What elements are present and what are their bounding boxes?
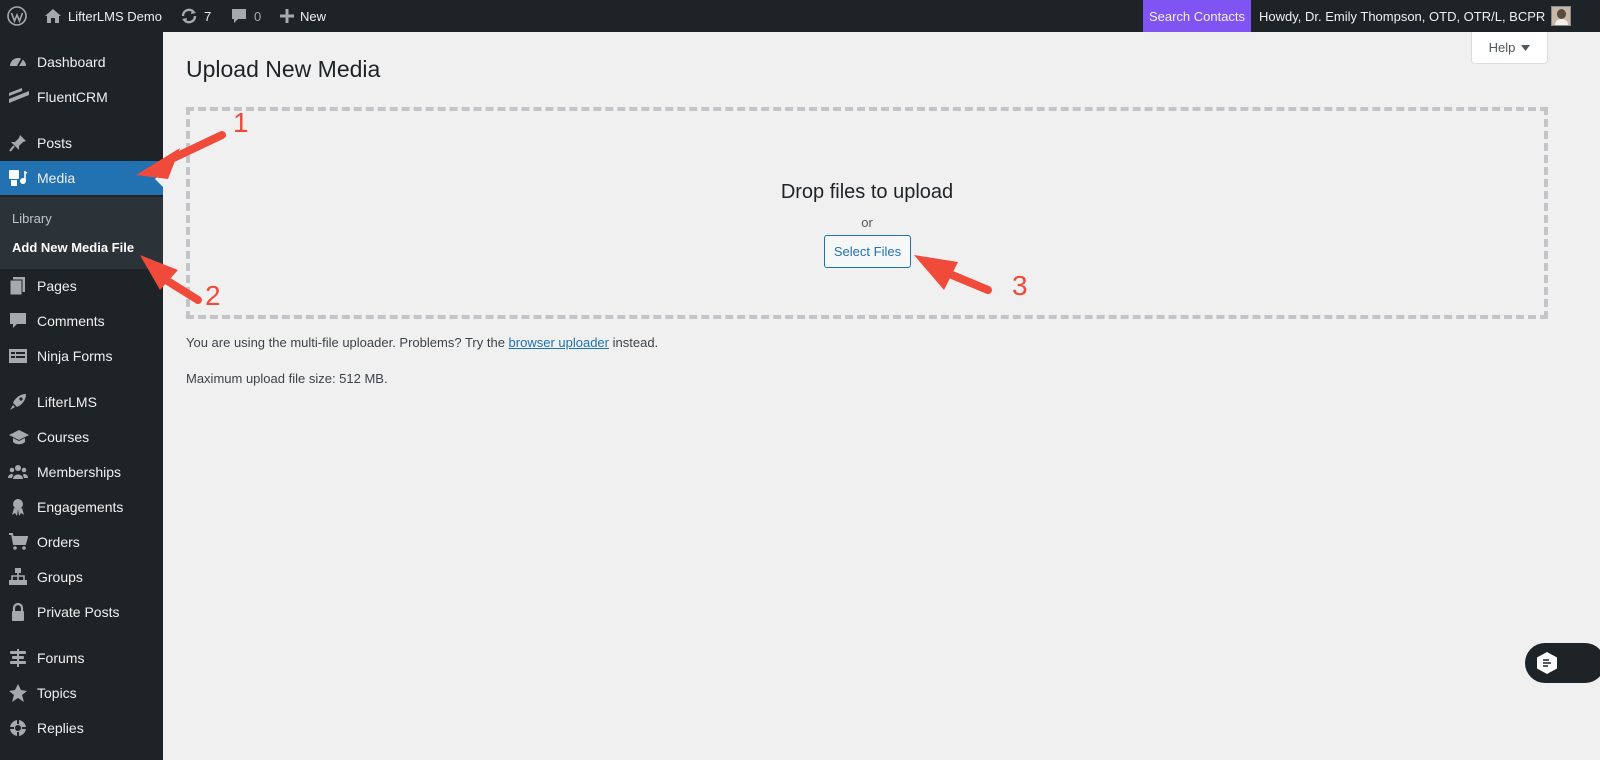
- menu-engagements[interactable]: Engagements: [0, 490, 163, 524]
- help-label: Help: [1488, 40, 1516, 55]
- fluentcrm-icon: [9, 88, 29, 103]
- menu-media[interactable]: Media: [0, 161, 163, 195]
- uploader-note-text: You are using the multi-file uploader. P…: [186, 335, 505, 350]
- graduation-cap-icon: [9, 430, 29, 445]
- menu-label: LifterLMS: [37, 394, 97, 410]
- comment-bubble-icon: [232, 9, 246, 23]
- menu-groups[interactable]: Groups: [0, 560, 163, 594]
- menu-orders[interactable]: Orders: [0, 525, 163, 559]
- new-label: New: [300, 8, 327, 24]
- media-icon: [9, 170, 28, 186]
- uploader-note: You are using the multi-file uploader. P…: [186, 335, 658, 350]
- menu-dashboard[interactable]: Dashboard: [0, 45, 163, 79]
- comments-count: 0: [254, 8, 262, 24]
- search-contacts-button[interactable]: Search Contacts: [1143, 0, 1251, 32]
- menu-label: Posts: [37, 135, 73, 151]
- floating-help-widget[interactable]: [1525, 643, 1600, 683]
- plus-icon: [280, 9, 294, 23]
- menu-private-posts[interactable]: Private Posts: [0, 595, 163, 629]
- updates-link[interactable]: 7: [180, 0, 211, 32]
- menu-courses[interactable]: Courses: [0, 420, 163, 454]
- menu-label: Groups: [37, 569, 83, 585]
- topics-icon: [9, 684, 27, 702]
- wordpress-logo-icon[interactable]: [7, 0, 27, 32]
- menu-forums[interactable]: Forums: [0, 641, 163, 675]
- menu-label: Orders: [37, 534, 80, 550]
- admin-bar: LifterLMS Demo 7 0 New Search Contacts H…: [0, 0, 1600, 32]
- menu-label: Dashboard: [37, 54, 106, 70]
- hexagon-icon: [1537, 652, 1557, 674]
- comment-icon: [10, 313, 26, 328]
- page-title: Upload New Media: [186, 56, 381, 82]
- menu-label: Topics: [37, 685, 77, 701]
- file-drop-area[interactable]: Drop files to upload or Select Files: [186, 107, 1548, 319]
- menu-label: Ninja Forms: [37, 348, 113, 364]
- new-content-link[interactable]: New: [280, 0, 326, 32]
- lock-icon: [12, 602, 24, 621]
- howdy-label: Howdy, Dr. Emily Thompson, OTD, OTR/L, B…: [1259, 8, 1546, 24]
- select-files-button[interactable]: Select Files: [824, 235, 911, 268]
- menu-ninja-forms[interactable]: Ninja Forms: [0, 339, 163, 373]
- menu-topics[interactable]: Topics: [0, 676, 163, 710]
- menu-label: Media: [37, 170, 76, 186]
- menu-fluentcrm[interactable]: FluentCRM: [0, 80, 163, 114]
- site-name-link[interactable]: LifterLMS Demo: [44, 0, 162, 32]
- comments-link[interactable]: 0: [230, 0, 261, 32]
- site-name-label: LifterLMS Demo: [68, 8, 162, 24]
- avatar: [1551, 6, 1572, 26]
- admin-sidebar: Dashboard FluentCRM Posts Media Library …: [0, 32, 163, 760]
- menu-label: Courses: [37, 429, 90, 445]
- menu-memberships[interactable]: Memberships: [0, 455, 163, 489]
- menu-lifterlms[interactable]: LifterLMS: [0, 385, 163, 419]
- submenu-library[interactable]: Library: [12, 211, 52, 226]
- menu-label: Forums: [37, 650, 85, 666]
- help-tab-button[interactable]: Help: [1471, 32, 1548, 64]
- drop-or-text: or: [861, 215, 873, 230]
- menu-label: Memberships: [37, 464, 122, 480]
- menu-posts[interactable]: Posts: [0, 126, 163, 160]
- menu-label: Private Posts: [37, 604, 120, 620]
- menu-comments[interactable]: Comments: [0, 304, 163, 338]
- award-icon: [12, 499, 24, 516]
- forums-icon: [10, 649, 26, 667]
- menu-replies[interactable]: Replies: [0, 711, 163, 745]
- pages-icon: [9, 277, 25, 296]
- caret-down-icon: [1521, 44, 1531, 51]
- uploader-note-suffix: instead.: [612, 335, 659, 350]
- menu-pages[interactable]: Pages: [0, 269, 163, 303]
- networking-icon: [9, 568, 27, 585]
- drop-files-heading: Drop files to upload: [780, 181, 954, 203]
- account-menu[interactable]: Howdy, Dr. Emily Thompson, OTD, OTR/L, B…: [1259, 0, 1572, 32]
- rocket-icon: [10, 394, 26, 410]
- browser-uploader-link[interactable]: browser uploader: [509, 335, 609, 350]
- menu-label: Replies: [37, 720, 84, 736]
- media-submenu: Library Add New Media File: [0, 197, 163, 269]
- groups-icon: [8, 465, 28, 479]
- cart-icon: [9, 533, 28, 550]
- replies-icon: [10, 720, 26, 736]
- forms-icon: [9, 349, 27, 363]
- menu-label: Comments: [37, 313, 105, 329]
- updates-icon: [181, 8, 197, 24]
- pin-icon: [9, 135, 26, 152]
- dashboard-icon: [10, 58, 26, 67]
- menu-label: FluentCRM: [37, 89, 108, 105]
- submenu-add-new-media-file[interactable]: Add New Media File: [12, 240, 134, 255]
- updates-count: 7: [204, 8, 212, 24]
- max-upload-size: Maximum upload file size: 512 MB.: [186, 371, 388, 386]
- home-icon: [45, 9, 61, 23]
- menu-label: Pages: [37, 278, 77, 294]
- menu-label: Engagements: [37, 499, 124, 515]
